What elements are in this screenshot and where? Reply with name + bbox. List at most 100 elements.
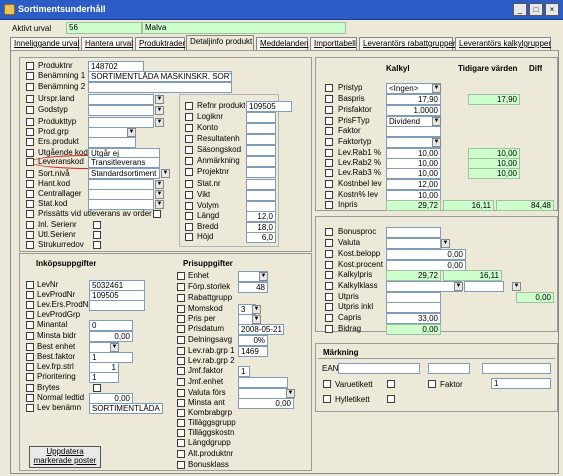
checkbox-prioritering[interactable] xyxy=(26,373,34,381)
checkbox-prod-grp[interactable] xyxy=(26,128,34,136)
checkbox-prisdatum[interactable] xyxy=(177,325,185,333)
best-enhet-dropdown-icon[interactable]: ▼ xyxy=(110,343,119,352)
checkbox-utgaende-kod[interactable] xyxy=(26,149,34,157)
refnr-produkt-field[interactable]: 109505 xyxy=(246,101,292,112)
checkbox-jmf-enhet[interactable] xyxy=(177,378,185,386)
tab-meddelanden[interactable]: Meddelanden xyxy=(256,37,308,51)
vikt-field[interactable] xyxy=(246,190,276,201)
checkbox-utl-serienr[interactable] xyxy=(26,231,34,239)
produkttyp-dropdown-icon[interactable]: ▼ xyxy=(155,118,164,127)
checkbox-valuta-fors[interactable] xyxy=(177,389,185,397)
checkbox-stat-kod[interactable] xyxy=(26,200,34,208)
checkbox-resultatenh[interactable] xyxy=(185,135,193,143)
momskod-dropdown-icon[interactable]: ▼ xyxy=(252,305,261,314)
prissatts-checkbox-value[interactable] xyxy=(153,210,161,218)
jmf-enhet-field[interactable] xyxy=(238,377,288,388)
langd-value[interactable]: 12,0 xyxy=(246,211,276,222)
checkbox-levprodnr[interactable] xyxy=(26,291,34,299)
checkbox-produkttyp[interactable] xyxy=(26,118,34,126)
pris-per-dropdown-icon[interactable]: ▼ xyxy=(252,315,261,324)
lev-ers-prodnr-field[interactable] xyxy=(89,300,145,311)
checkbox-delningsavg[interactable] xyxy=(177,336,185,344)
kalkylklass-prev-dropdown-icon[interactable]: ▼ xyxy=(512,282,521,291)
ean-field-2[interactable] xyxy=(428,363,470,374)
ers-produkt-field[interactable] xyxy=(88,137,136,148)
valuta-fors-dropdown-icon[interactable]: ▼ xyxy=(286,389,295,398)
checkbox-stat-nr[interactable] xyxy=(185,180,193,188)
checkbox-langdgrupp[interactable] xyxy=(177,439,185,447)
close-icon[interactable]: × xyxy=(545,3,559,16)
checkbox-alt-produktnr[interactable] xyxy=(177,450,185,458)
checkbox-faktor[interactable] xyxy=(325,127,333,135)
faktortyp-dropdown-icon[interactable]: ▼ xyxy=(432,138,441,147)
ean-field-1[interactable] xyxy=(338,363,420,374)
resultatenh-field[interactable] xyxy=(246,134,276,145)
prioritering-field[interactable]: 1 xyxy=(89,372,119,383)
checkbox-kostnbel-lev[interactable] xyxy=(325,180,333,188)
checkbox-kalkylpris[interactable] xyxy=(325,271,333,279)
anmarkning-field[interactable] xyxy=(246,156,276,167)
checkbox-lev-rab-grp-1[interactable] xyxy=(177,347,185,355)
urspr-land-dropdown-icon[interactable]: ▼ xyxy=(155,95,164,104)
minimize-icon[interactable]: _ xyxy=(513,3,527,16)
kost-belopp-field[interactable]: 0,00 xyxy=(386,249,466,260)
tab-detaljinfo-produkt[interactable]: Detaljinfo produkt xyxy=(186,35,254,51)
godstyp-field[interactable] xyxy=(88,105,154,116)
checkbox-logiknr[interactable] xyxy=(185,113,193,121)
faktor-field[interactable]: 1 xyxy=(491,378,551,389)
lev-benamn-field[interactable]: SORTIMENTLÅDA MA xyxy=(89,403,163,414)
bonusproc-field[interactable] xyxy=(386,227,441,238)
centrallager-dropdown-icon[interactable]: ▼ xyxy=(155,190,164,199)
sort-niva-field[interactable]: Standardsortiment xyxy=(88,168,160,179)
stat-nr-field[interactable] xyxy=(246,179,276,190)
checkbox-tillaggsgrupp[interactable] xyxy=(177,419,185,427)
checkbox-benamning-2[interactable] xyxy=(26,83,34,91)
stat-kod-dropdown-icon[interactable]: ▼ xyxy=(155,200,164,209)
logiknr-field[interactable] xyxy=(246,112,276,123)
tab-importtabell[interactable]: Importtabell xyxy=(310,37,357,51)
checkbox-lev-benamn[interactable] xyxy=(26,404,34,412)
hylletikett-checkbox-2[interactable] xyxy=(387,395,395,403)
checkbox-capris[interactable] xyxy=(325,314,333,322)
kostnbel-field[interactable]: 12,00 xyxy=(386,179,441,190)
checkbox-jmf-faktor[interactable] xyxy=(177,367,185,375)
checkbox-bonusproc[interactable] xyxy=(325,228,333,236)
jmf-faktor-field[interactable]: 1 xyxy=(238,366,250,377)
kalkylklass-field[interactable] xyxy=(386,281,462,292)
checkbox-enhet[interactable] xyxy=(177,272,185,280)
sasongskod-field[interactable] xyxy=(246,145,276,156)
tab-leverantors-rabattgrupper[interactable]: Leverantörs rabattgrupper xyxy=(359,37,456,51)
konto-field[interactable] xyxy=(246,123,276,134)
checkbox-konto[interactable] xyxy=(185,124,193,132)
checkbox-pristyp[interactable] xyxy=(325,84,333,92)
brytes-checkbox-value[interactable] xyxy=(93,384,101,392)
checkbox-sasongskod[interactable] xyxy=(185,146,193,154)
levrab3-field[interactable]: 10,00 xyxy=(386,168,441,179)
leveranskod-field[interactable]: Transitleverans xyxy=(88,157,160,168)
tab-hantera-urval[interactable]: Hantera urval xyxy=(81,37,133,51)
checkbox-tillaggskostn[interactable] xyxy=(177,429,185,437)
checkbox-centrallager[interactable] xyxy=(26,190,34,198)
checkbox-ers-produkt[interactable] xyxy=(26,138,34,146)
ean-field-3[interactable] xyxy=(482,363,551,374)
checkbox-sort-niva[interactable] xyxy=(26,170,34,178)
checkbox-urspr-land[interactable] xyxy=(26,95,34,103)
valuta-dropdown-icon[interactable]: ▼ xyxy=(441,239,450,248)
checkbox-inpris[interactable] xyxy=(325,201,333,209)
tab-produktrader[interactable]: Produktrader xyxy=(135,37,185,51)
tab-inneliggande-urval[interactable]: Inneliggande urval xyxy=(10,37,79,51)
delningsavg-field[interactable]: 0% xyxy=(238,335,268,346)
checkbox-langd[interactable] xyxy=(185,212,193,220)
enhet-dropdown-icon[interactable]: ▼ xyxy=(259,272,268,281)
checkbox-normal-ledtid[interactable] xyxy=(26,394,34,402)
checkbox-lev-rab2[interactable] xyxy=(325,159,333,167)
checkbox-baspris[interactable] xyxy=(325,95,333,103)
utpris-inkl-field[interactable] xyxy=(386,302,441,313)
valuta-field[interactable] xyxy=(386,238,441,249)
checkbox-hojd[interactable] xyxy=(185,233,193,241)
maximize-icon[interactable]: □ xyxy=(529,3,543,16)
inl-serienr-checkbox-value[interactable] xyxy=(93,221,101,229)
minsta-ant-field[interactable]: 0,00 xyxy=(238,398,294,409)
utl-serienr-checkbox-value[interactable] xyxy=(93,231,101,239)
checkbox-kalkylklass[interactable] xyxy=(325,282,333,290)
